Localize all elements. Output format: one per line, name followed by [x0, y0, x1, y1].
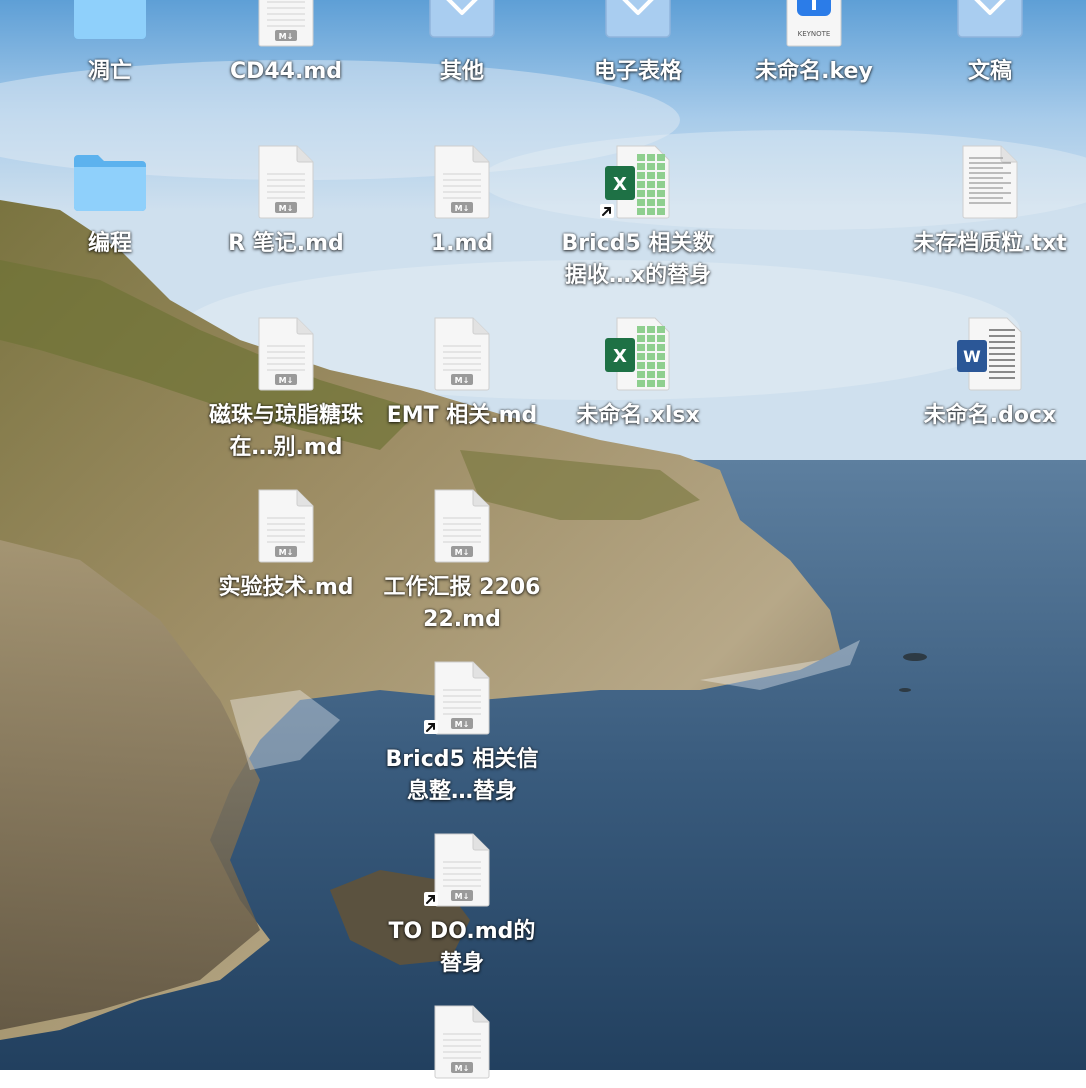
- alias-arrow-icon: [424, 892, 438, 906]
- svg-text:M↓: M↓: [279, 376, 294, 385]
- desktop-item-label: 实验技术.md: [218, 575, 354, 600]
- desktop-item-qita[interactable]: 其他: [382, 0, 542, 88]
- desktop-item-wengao[interactable]: 文稿: [910, 0, 1070, 88]
- markdown-file-icon: M↓: [422, 142, 502, 222]
- desktop-item-label: 编程: [87, 231, 132, 256]
- markdown-file-icon: M↓: [422, 314, 502, 394]
- smart-folder-icon: [950, 0, 1030, 50]
- desktop-item-shiyanjishu[interactable]: M↓ 实验技术.md: [206, 486, 366, 604]
- smart-folder-icon: [598, 0, 678, 50]
- svg-text:M↓: M↓: [279, 204, 294, 213]
- desktop-item-gongzuohuibao[interactable]: M↓ 工作汇报 220622.md: [382, 486, 542, 636]
- alias-arrow-icon: [424, 720, 438, 734]
- folder-icon: [70, 0, 150, 50]
- svg-text:M↓: M↓: [455, 892, 470, 901]
- desktop-item-label: Bricd5 相关数据收…x的替身: [561, 231, 715, 288]
- desktop-item-cd44[interactable]: M↓ CD44.md: [206, 0, 366, 88]
- desktop-item-label: R 笔记.md: [228, 231, 344, 256]
- text-file-icon: [950, 142, 1030, 222]
- desktop-item-weicundang[interactable]: 未存档质粒.txt: [910, 142, 1070, 260]
- desktop-item-label: 其他: [439, 59, 484, 84]
- svg-text:M↓: M↓: [279, 32, 294, 41]
- svg-text:M↓: M↓: [455, 720, 470, 729]
- keynote-file-icon: KEYNOTE: [774, 0, 854, 50]
- svg-text:W: W: [963, 347, 981, 366]
- svg-text:M↓: M↓: [455, 376, 470, 385]
- markdown-file-icon: M↓: [246, 314, 326, 394]
- desktop-item-bricd5-data[interactable]: X Bricd5 相关数据收…x的替身: [558, 142, 718, 292]
- svg-text:M↓: M↓: [455, 1064, 470, 1073]
- desktop-item-emt[interactable]: M↓ EMT 相关.md: [382, 314, 542, 432]
- markdown-file-icon: M↓: [422, 658, 502, 738]
- markdown-file-icon: M↓: [422, 830, 502, 910]
- excel-file-icon: X: [598, 314, 678, 394]
- svg-text:X: X: [613, 174, 627, 195]
- desktop-item-biancheng[interactable]: 编程: [30, 142, 190, 260]
- desktop-item-label: 未命名.docx: [923, 403, 1057, 428]
- desktop-item-label: 工作汇报 220622.md: [383, 575, 541, 632]
- desktop-item-label: 磁珠与琼脂糖珠在…别.md: [208, 403, 363, 460]
- svg-text:M↓: M↓: [455, 548, 470, 557]
- markdown-file-icon: M↓: [422, 486, 502, 566]
- markdown-file-icon: M↓: [246, 142, 326, 222]
- desktop-item-label: 文稿: [967, 59, 1012, 84]
- desktop-item-bottom-file[interactable]: M↓: [382, 1002, 542, 1088]
- alias-arrow-icon: [600, 204, 614, 218]
- word-file-icon: W: [950, 314, 1030, 394]
- desktop-item-dianzibiaoge[interactable]: 电子表格: [558, 0, 718, 88]
- desktop-item-label: 未存档质粒.txt: [913, 231, 1067, 256]
- desktop-item-label: 凋亡: [87, 59, 132, 84]
- smart-folder-icon: [422, 0, 502, 50]
- desktop-item-weimingming-xlsx[interactable]: X 未命名.xlsx: [558, 314, 718, 432]
- desktop-item-bricd5-info[interactable]: M↓ Bricd5 相关信息整…替身: [382, 658, 542, 808]
- desktop-item-cizhu[interactable]: M↓ 磁珠与琼脂糖珠在…别.md: [206, 314, 366, 464]
- desktop-item-weimingming-key[interactable]: KEYNOTE 未命名.key: [734, 0, 894, 88]
- svg-text:X: X: [613, 346, 627, 367]
- desktop-item-weimingming-docx[interactable]: W 未命名.docx: [910, 314, 1070, 432]
- markdown-file-icon: M↓: [422, 1002, 502, 1082]
- desktop-item-label: CD44.md: [229, 59, 343, 84]
- svg-text:M↓: M↓: [455, 204, 470, 213]
- desktop-item-label: 未命名.key: [755, 59, 873, 84]
- excel-file-icon: X: [598, 142, 678, 222]
- desktop-item-r-biji[interactable]: M↓ R 笔记.md: [206, 142, 366, 260]
- svg-text:KEYNOTE: KEYNOTE: [798, 30, 831, 38]
- desktop-item-one-md[interactable]: M↓ 1.md: [382, 142, 542, 260]
- desktop-item-todo[interactable]: M↓ TO DO.md的替身: [382, 830, 542, 980]
- desktop-item-label: 电子表格: [593, 59, 682, 84]
- desktop: 凋亡 M↓ CD44.md 其他 电子表格 KEYNOTE 未命名.key 文稿编程 M↓ R 笔…: [0, 0, 1086, 1079]
- desktop-item-label: TO DO.md的替身: [388, 919, 536, 976]
- desktop-item-diaowang[interactable]: 凋亡: [30, 0, 190, 88]
- desktop-item-label: Bricd5 相关信息整…替身: [385, 747, 539, 804]
- svg-text:M↓: M↓: [279, 548, 294, 557]
- markdown-file-icon: M↓: [246, 0, 326, 50]
- markdown-file-icon: M↓: [246, 486, 326, 566]
- desktop-item-label: EMT 相关.md: [386, 403, 538, 428]
- desktop-item-label: 未命名.xlsx: [576, 403, 700, 428]
- desktop-item-label: 1.md: [430, 231, 494, 256]
- folder-icon: [70, 142, 150, 222]
